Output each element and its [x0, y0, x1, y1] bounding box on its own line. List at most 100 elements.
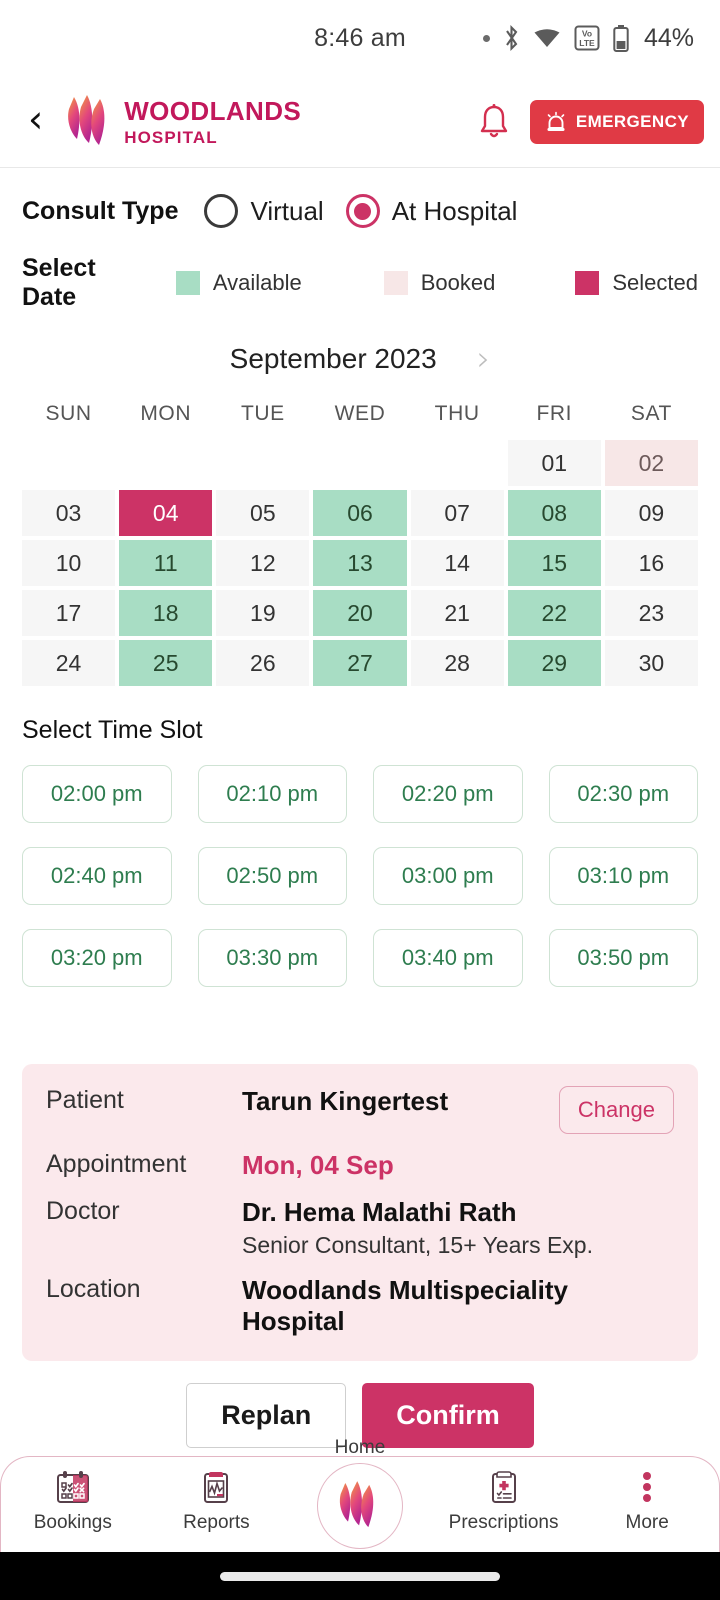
clipboard-chart-icon [197, 1467, 235, 1507]
time-slot-2[interactable]: 02:20 pm [373, 765, 523, 823]
calendar-day-04[interactable]: 04 [119, 490, 213, 536]
calendar-day-13[interactable]: 13 [313, 540, 407, 586]
calendar-day-23: 23 [604, 590, 698, 636]
calendar-week: 10 11 12 13 14 15 16 [22, 540, 698, 586]
calendar-dow-thu: THU [434, 402, 480, 425]
doctor-label: Doctor [46, 1197, 120, 1225]
flame-logo-icon[interactable] [316, 1463, 403, 1549]
battery-icon [613, 24, 629, 52]
patient-label: Patient [46, 1086, 124, 1114]
calendar-day-09: 09 [604, 490, 698, 536]
legend-swatch-selected [575, 271, 600, 295]
time-slot-1[interactable]: 02:10 pm [197, 765, 347, 823]
calendar-cell-empty [313, 440, 406, 486]
back-button[interactable]: ‹ [26, 96, 57, 148]
calendar-cell-empty [411, 440, 504, 486]
legend-booked: Booked [383, 270, 495, 296]
calendar-day-27[interactable]: 27 [313, 640, 407, 686]
calendar-day-18[interactable]: 18 [119, 590, 213, 636]
time-slot-10[interactable]: 03:40 pm [373, 929, 523, 987]
wifi-icon [534, 29, 560, 47]
select-date-row: Select Date Available Booked Selected [22, 254, 698, 312]
legend-selected: Selected [575, 270, 698, 296]
legend-swatch-available [175, 271, 200, 295]
chevron-right-icon[interactable]: › [477, 342, 491, 376]
radio-option-virtual[interactable]: Virtual [204, 194, 324, 228]
calendar-day-07: 07 [410, 490, 504, 536]
time-slot-9[interactable]: 03:30 pm [197, 929, 347, 987]
app-header: ‹ WOODLANDS HOSPITAL EMERGENCY [0, 76, 720, 168]
time-slot-11[interactable]: 03:50 pm [548, 929, 698, 987]
time-slot-7[interactable]: 03:10 pm [548, 847, 698, 905]
calendar-day-08[interactable]: 08 [507, 490, 601, 536]
calendar-day-26: 26 [216, 640, 310, 686]
time-slot-3[interactable]: 02:30 pm [548, 765, 698, 823]
time-slot-0[interactable]: 02:00 pm [22, 765, 172, 823]
radio-option-at-hospital[interactable]: At Hospital [345, 194, 518, 228]
radio-label-at-hospital: At Hospital [391, 195, 518, 226]
app-screen: 8:46 am Vo LTE 44% ‹ WOODLANDS HOSPITAL … [0, 0, 720, 1600]
siren-icon [547, 111, 565, 131]
calendar-day-20[interactable]: 20 [313, 590, 407, 636]
summary-row-appointment: Appointment Mon, 04 Sep [46, 1150, 674, 1181]
nav-item-reports[interactable]: Reports [145, 1467, 289, 1534]
replan-button[interactable]: Replan [186, 1383, 347, 1448]
calendar-day-15[interactable]: 15 [507, 540, 601, 586]
calendar-day-05: 05 [216, 490, 310, 536]
calendar-dow-mon: MON [140, 402, 192, 425]
doctor-subtitle: Senior Consultant, 15+ Years Exp. [242, 1232, 593, 1258]
month-navigation: September 2023 › [22, 342, 698, 376]
confirm-button[interactable]: Confirm [362, 1383, 534, 1448]
time-slot-4[interactable]: 02:40 pm [22, 847, 172, 905]
time-slot-title: Select Time Slot [22, 716, 203, 744]
radio-circle-virtual[interactable] [204, 194, 239, 228]
nav-label-more: More [625, 1512, 669, 1533]
time-slot-6[interactable]: 03:00 pm [373, 847, 523, 905]
month-label: September 2023 [229, 343, 437, 374]
nav-label-prescriptions: Prescriptions [448, 1512, 559, 1533]
nav-item-more[interactable]: More [575, 1467, 719, 1534]
calendar-dow-tue: TUE [240, 402, 285, 425]
nav-item-bookings[interactable]: Bookings [1, 1467, 145, 1534]
nav-item-prescriptions[interactable]: Prescriptions [432, 1467, 576, 1534]
summary-row-patient: Patient Tarun Kingertest Change [46, 1086, 674, 1134]
calendar-week: 17 18 19 20 21 22 23 [22, 590, 698, 636]
calendar-day-17: 17 [22, 590, 116, 636]
legend-available: Available [175, 270, 302, 296]
time-slot-5[interactable]: 02:50 pm [197, 847, 347, 905]
calendar-day-19: 19 [216, 590, 310, 636]
doctor-value: Dr. Hema Malathi Rath [242, 1197, 517, 1227]
calendar-day-12: 12 [216, 540, 310, 586]
calendar-day-29[interactable]: 29 [507, 640, 601, 686]
change-patient-button[interactable]: Change [558, 1086, 674, 1134]
time-slot-8[interactable]: 03:20 pm [22, 929, 172, 987]
calendar-cell-empty [22, 440, 115, 486]
calendar-legend: Available Booked Selected [150, 270, 698, 296]
calendar-week: 03 04 05 06 07 08 09 [22, 490, 698, 536]
calendar-grid: SUN MON TUE WED THU FRI SAT 01 02 03 04 05 06 07 08 09… [22, 402, 698, 690]
consult-type-row: Consult Type Virtual At Hospital [22, 194, 698, 228]
calendar-week: 01 02 [22, 440, 698, 486]
calendar-day-11[interactable]: 11 [119, 540, 213, 586]
volte-icon: Vo LTE [574, 25, 600, 51]
radio-circle-at-hospital[interactable] [345, 194, 380, 228]
select-date-label: Select Date [22, 254, 96, 311]
dot-icon [482, 34, 490, 42]
calendar-day-28: 28 [410, 640, 504, 686]
brand-subtitle: HOSPITAL [124, 127, 218, 147]
calendar-day-25[interactable]: 25 [119, 640, 213, 686]
calendar-day-06[interactable]: 06 [313, 490, 407, 536]
bottom-nav-bar: Bookings Reports Home Prescriptions More [0, 1437, 720, 1552]
calendar-week: 24 25 26 27 28 29 30 [22, 640, 698, 686]
calendar-day-30: 30 [604, 640, 698, 686]
notification-bell-icon[interactable] [478, 103, 510, 140]
brand-text: WOODLANDS HOSPITAL [124, 98, 301, 146]
emergency-button[interactable]: EMERGENCY [529, 99, 704, 144]
gesture-handle[interactable] [220, 1571, 500, 1581]
calendar-day-22[interactable]: 22 [507, 590, 601, 636]
more-dots-icon [628, 1467, 666, 1507]
calendar-dow-sat: SAT [630, 402, 672, 425]
patient-value: Tarun Kingertest [242, 1086, 449, 1116]
calendar-weeks: 01 02 03 04 05 06 07 08 09 10 11 12 13 14 15 16 17 18 19 20… [22, 440, 698, 686]
